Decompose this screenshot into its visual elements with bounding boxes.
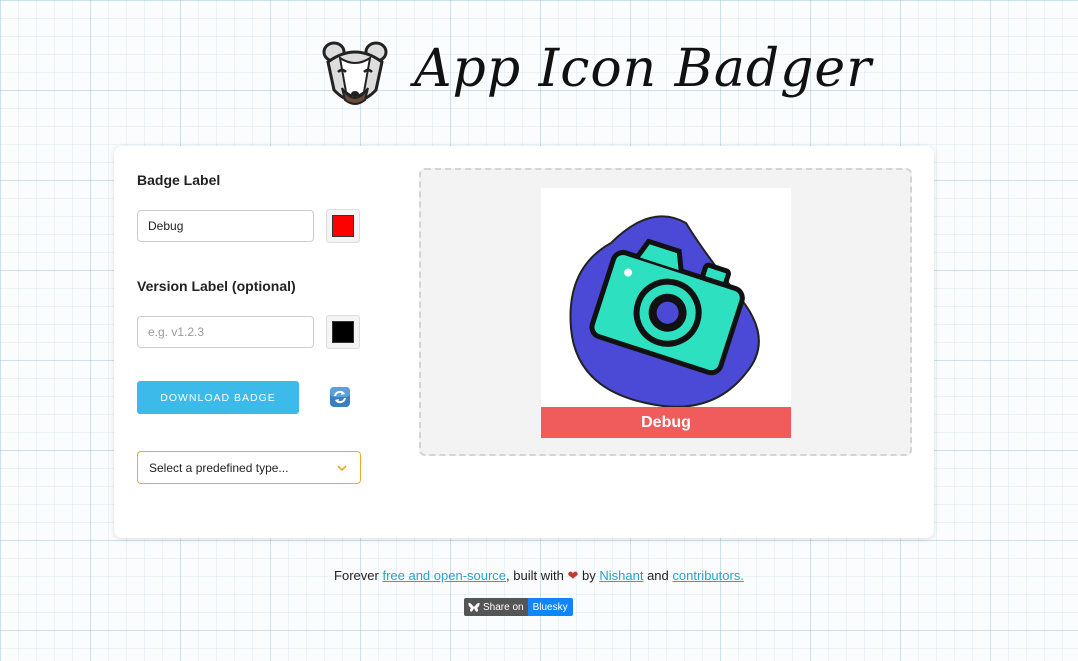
badge-label-title: Badge Label xyxy=(137,172,221,188)
header: App Icon Badger xyxy=(0,34,1078,114)
download-badge-button[interactable]: DOWNLOAD BADGE xyxy=(137,381,299,414)
preview-area: Debug xyxy=(419,168,912,456)
footer-and: and xyxy=(647,568,669,583)
badged-icon-preview: Debug xyxy=(541,188,791,438)
version-label-title: Version Label (optional) xyxy=(137,278,296,294)
footer-author-link[interactable]: Nishant xyxy=(599,568,643,583)
select-placeholder: Select a predefined type... xyxy=(149,461,289,475)
badge-color-picker[interactable] xyxy=(326,209,360,243)
badge-label-input[interactable] xyxy=(137,210,314,242)
share-left: Share on xyxy=(464,598,528,616)
share-on-bluesky-button[interactable]: Share on Bluesky xyxy=(464,598,573,616)
footer-prefix: Forever xyxy=(334,568,379,583)
version-color-swatch xyxy=(332,321,354,343)
footer-contributors-link[interactable]: contributors. xyxy=(672,568,744,583)
share-right: Bluesky xyxy=(527,598,573,616)
refresh-icon[interactable] xyxy=(329,386,351,408)
butterfly-icon xyxy=(468,602,480,612)
share-right-label: Bluesky xyxy=(532,601,568,613)
version-label-input[interactable] xyxy=(137,316,314,348)
share-left-label: Share on xyxy=(483,601,524,613)
footer-by: by xyxy=(582,568,596,583)
badge-color-swatch xyxy=(332,215,354,237)
heart-icon: ❤ xyxy=(567,568,579,583)
chevron-down-icon xyxy=(337,465,347,472)
footer-middle: , built with xyxy=(506,568,564,583)
camera-icon xyxy=(569,215,760,408)
predefined-type-select[interactable]: Select a predefined type... xyxy=(137,451,361,484)
badge-banner-text: Debug xyxy=(541,407,791,438)
version-color-picker[interactable] xyxy=(326,315,360,349)
badger-logo-icon xyxy=(322,41,388,105)
main-card: Badge Label Version Label (optional) DOW… xyxy=(114,146,934,538)
footer: Forever free and open-source, built with… xyxy=(0,568,1078,584)
app-title: App Icon Badger xyxy=(414,39,873,99)
footer-oss-link[interactable]: free and open-source xyxy=(382,568,506,583)
